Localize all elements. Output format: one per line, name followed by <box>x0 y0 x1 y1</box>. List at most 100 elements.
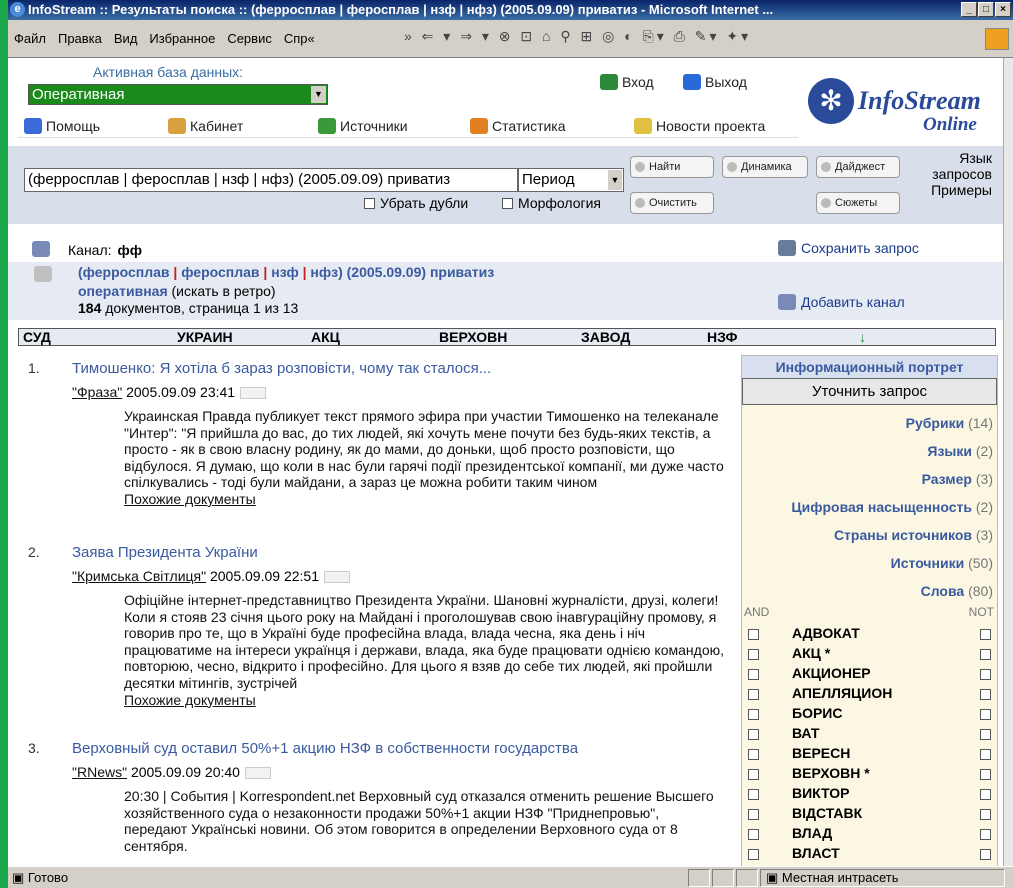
not-checkbox[interactable] <box>980 629 991 640</box>
not-checkbox[interactable] <box>980 669 991 680</box>
toolbar-icons[interactable]: » ⇐ ▾ ⇒ ▾ ⊗ ⊡ ⌂ ⚲ ⊞ ◎ ◐ ⎘▾ ⎙ ✎▾ ✦▾ <box>404 28 751 45</box>
rubric-link[interactable]: Источники (50) <box>891 555 993 571</box>
word-link[interactable]: ВИКТОР <box>792 785 850 801</box>
find-button[interactable]: Найти <box>630 156 714 178</box>
word-link[interactable]: ВІДСТАВК <box>792 805 862 821</box>
rubric-link[interactable]: Рубрики (14) <box>906 415 993 431</box>
similar-docs-link[interactable]: Похожие документы <box>124 692 256 708</box>
nav-statistics[interactable]: Статистика <box>470 118 566 134</box>
dedup-checkbox[interactable]: Убрать дубли <box>364 195 468 211</box>
not-checkbox[interactable] <box>980 769 991 780</box>
word-link[interactable]: УКРАИН <box>177 329 233 345</box>
doc-icon[interactable] <box>244 767 271 780</box>
word-link[interactable]: НЗФ <box>707 329 737 345</box>
and-checkbox[interactable] <box>748 709 759 720</box>
and-checkbox[interactable] <box>748 729 759 740</box>
and-checkbox[interactable] <box>748 649 759 660</box>
dynamics-button[interactable]: Динамика <box>722 156 808 178</box>
word-link[interactable]: ВЕРЕСН <box>792 745 850 761</box>
minimize-button[interactable]: _ <box>961 2 977 17</box>
and-checkbox[interactable] <box>748 689 759 700</box>
and-checkbox[interactable] <box>748 629 759 640</box>
not-checkbox[interactable] <box>980 749 991 760</box>
period-select[interactable]: Период ▼ <box>518 168 624 192</box>
similar-docs-link[interactable]: Похожие документы <box>124 491 256 507</box>
menu-favorites[interactable]: Избранное <box>143 20 221 58</box>
and-checkbox[interactable] <box>748 669 759 680</box>
and-checkbox[interactable] <box>748 849 759 860</box>
source-link[interactable]: "Фраза" <box>72 384 122 400</box>
query-language-link[interactable]: Язык запросов Примеры <box>910 150 992 200</box>
word-link[interactable]: АДВОКАТ <box>792 625 860 641</box>
not-checkbox[interactable] <box>980 829 991 840</box>
not-checkbox[interactable] <box>980 789 991 800</box>
arrow-down-icon[interactable]: ↓ <box>859 329 866 345</box>
morphology-checkbox[interactable]: Морфология <box>502 195 601 211</box>
and-checkbox[interactable] <box>748 789 759 800</box>
db-select[interactable]: Оперативная ▼ <box>28 84 328 105</box>
menu-view[interactable]: Вид <box>108 20 144 58</box>
menu-edit[interactable]: Правка <box>52 20 108 58</box>
not-checkbox[interactable] <box>980 809 991 820</box>
maximize-button[interactable]: □ <box>978 2 994 17</box>
page-scrollbar[interactable] <box>1003 58 1013 866</box>
word-link[interactable]: ВЕРХОВН <box>439 329 507 345</box>
rubric-link[interactable]: Страны источников (3) <box>834 527 993 543</box>
refine-query-button[interactable]: Уточнить запрос <box>742 378 997 405</box>
rubric-link[interactable]: Языки (2) <box>927 443 993 459</box>
chevron-down-icon[interactable]: ▼ <box>311 86 326 103</box>
nav-news[interactable]: Новости проекта <box>634 118 765 134</box>
menu-file[interactable]: Файл <box>8 20 52 58</box>
doc-icon[interactable] <box>323 571 350 584</box>
word-link[interactable]: БОРИС <box>792 705 842 721</box>
result-title-link[interactable]: Заява Президента України <box>72 544 258 561</box>
digest-button[interactable]: Дайджест <box>816 156 900 178</box>
source-link[interactable]: "RNews" <box>72 764 127 780</box>
word-link[interactable]: СУД <box>23 329 51 345</box>
word-link[interactable]: АПЕЛЛЯЦИОН <box>792 685 892 701</box>
not-checkbox[interactable] <box>980 689 991 700</box>
word-link[interactable]: АКЦ <box>311 329 340 345</box>
and-checkbox[interactable] <box>748 809 759 820</box>
plots-button[interactable]: Сюжеты <box>816 192 900 214</box>
rubric-link[interactable]: Размер (3) <box>922 471 993 487</box>
word-link[interactable]: ВЛАД <box>792 825 832 841</box>
nav-cabinet[interactable]: Кабинет <box>168 118 243 134</box>
doc-icon[interactable] <box>240 387 267 400</box>
nav-help[interactable]: Помощь <box>24 118 100 134</box>
word-link[interactable]: ВАТ <box>792 725 819 741</box>
rubric-link[interactable]: Цифровая насыщенность (2) <box>791 499 993 515</box>
query-summary: (ферросплав | феросплав | нзф | нфз) (20… <box>8 262 1003 320</box>
not-label: NOT <box>968 605 994 619</box>
source-link[interactable]: "Кримська Світлиця" <box>72 568 206 584</box>
word-link[interactable]: ВЛАСТ <box>792 845 840 861</box>
word-link[interactable]: АКЦИОНЕР <box>792 665 871 681</box>
help-icon <box>24 118 42 134</box>
infostream-logo[interactable]: ✻ InfoStream Online <box>808 74 1003 135</box>
nav-sources[interactable]: Источники <box>318 118 408 134</box>
and-checkbox[interactable] <box>748 749 759 760</box>
word-link[interactable]: ВЕРХОВН * <box>792 765 870 781</box>
and-checkbox[interactable] <box>748 769 759 780</box>
menu-help[interactable]: Спр« <box>278 20 321 58</box>
logout-link[interactable]: Выход <box>683 74 747 90</box>
result-title-link[interactable]: Тимошенко: Я хотіла б зараз розповісти, … <box>72 360 491 377</box>
rubric-link[interactable]: Слова (80) <box>921 583 993 599</box>
status-ready: ▣ Готово <box>12 870 69 885</box>
not-checkbox[interactable] <box>980 649 991 660</box>
and-checkbox[interactable] <box>748 829 759 840</box>
word-link[interactable]: ЗАВОД <box>581 329 630 345</box>
search-input[interactable]: (ферросплав | феросплав | нзф | нфз) (20… <box>24 168 518 192</box>
add-channel-link[interactable]: Добавить канал <box>778 294 905 310</box>
result-title-link[interactable]: Верховный суд оставил 50%+1 акцию НЗФ в … <box>72 740 578 757</box>
login-link[interactable]: Вход <box>600 74 654 90</box>
retro-link[interactable]: (искать в ретро) <box>172 283 276 299</box>
not-checkbox[interactable] <box>980 849 991 860</box>
save-query-link[interactable]: Сохранить запрос <box>778 240 919 256</box>
not-checkbox[interactable] <box>980 729 991 740</box>
menu-tools[interactable]: Сервис <box>221 20 278 58</box>
close-button[interactable]: × <box>995 2 1011 17</box>
word-link[interactable]: АКЦ * <box>792 645 830 661</box>
clear-button[interactable]: Очистить <box>630 192 714 214</box>
not-checkbox[interactable] <box>980 709 991 720</box>
